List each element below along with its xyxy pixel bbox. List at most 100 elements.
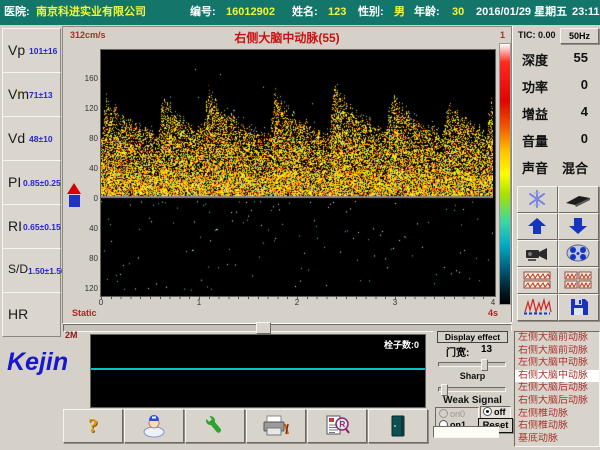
spectrum-canvas [101,50,493,294]
mmode-label: 2M [65,330,78,340]
artery-item[interactable]: 基底动脉 [515,433,599,446]
sd-label: S/D [8,262,28,276]
patient-info-bar: 医院: 南京科进实业有限公司 编号: 16012902 姓名: 123 性别: … [0,0,600,25]
arrow-up-icon [522,216,552,236]
gain-label: 增益 [522,104,548,123]
artery-item-selected[interactable]: 右侧大脑中动脉 [515,370,599,383]
age-label: 年龄: [414,0,440,25]
spectrum-mode-button[interactable] [517,294,558,321]
artery-item[interactable]: 左侧椎动脉 [515,408,599,421]
x-tick: 2 [292,298,302,307]
report-button[interactable]: R [307,409,367,443]
sharp-label: Sharp [433,371,512,381]
sex-value: 男 [394,0,405,25]
y-tick: 160 [76,74,98,83]
param-cell-sd: S/D 1.50±1.50 [2,248,61,293]
doctor-icon [140,414,168,438]
arrow-down-icon [563,216,593,236]
velocity-colorbar [499,43,511,305]
volume-value: 0 [581,131,588,146]
record-button[interactable] [517,240,558,267]
artery-item[interactable]: 右侧大脑前动脉 [515,345,599,358]
floppy-disk-icon [563,297,593,317]
spectrum-panel: 312cm/s 右侧大脑中动脉(55) 1 160 120 80 40 0 40… [62,26,512,324]
sharp-slider[interactable] [438,387,506,392]
arrow-down-button[interactable] [558,213,599,240]
hospital-name: 南京科进实业有限公司 [36,0,146,25]
cine-playback-button[interactable] [558,240,599,267]
exit-button[interactable] [368,409,428,443]
x-tick: 0 [96,298,106,307]
vp-label: Vp [8,42,25,58]
patient-id: 16012902 [226,0,275,25]
brand-logo: Kejin [7,348,68,377]
sound-label: 声音 [522,158,548,177]
arrow-up-button[interactable] [517,213,558,240]
y-tick: 80 [76,254,98,263]
radio-off-icon [483,407,492,416]
patient-id-label: 编号: [190,0,216,25]
vm-label: Vm [8,86,29,102]
age-value: 30 [452,0,464,25]
power-value: 0 [581,77,588,92]
power-label: 功率 [522,77,548,96]
frequency-button[interactable]: 50Hz [560,28,599,44]
display-effect-title: Display effect [437,331,508,343]
envelope-icon [563,189,593,209]
patient-info-button[interactable] [124,409,184,443]
patient-name: 123 [328,0,346,25]
gate-width-slider-thumb[interactable] [481,359,488,371]
artery-list: 左侧大脑前动脉 右侧大脑前动脉 左侧大脑中动脉 右侧大脑中动脉 左侧大脑后动脉 … [514,331,600,447]
artery-item[interactable]: 左侧大脑前动脉 [515,332,599,345]
gate-width-slider[interactable] [438,362,506,367]
weak-signal-label: Weak Signal [433,395,512,406]
vd-label: Vd [8,130,25,146]
layout-dual-button[interactable] [517,267,558,294]
help-button[interactable]: ? [63,409,123,443]
ri-value: 0.65±0.15 [23,222,61,232]
param-cell-hr: HR [2,292,61,337]
radio-on0[interactable]: on0 [439,409,465,419]
spectrum-waveform-icon [522,297,552,317]
tools-button[interactable] [185,409,245,443]
param-cell-vm: Vm 71±13 [2,72,61,117]
artery-item[interactable]: 右侧大脑后动脉 [515,395,599,408]
pi-value: 0.85±0.25 [23,178,61,188]
direction-block-icon [69,195,80,207]
time-scrollbar-thumb[interactable] [256,322,271,334]
artery-item[interactable]: 左侧大脑后动脉 [515,382,599,395]
sound-value: 混合 [562,158,588,177]
freeze-button[interactable] [517,186,558,213]
layout-quad-button[interactable] [558,267,599,294]
artery-item[interactable]: 左侧大脑中动脉 [515,357,599,370]
param-cell-vp: Vp 101±16 [2,28,61,73]
envelope-trace-button[interactable] [558,186,599,213]
save-button[interactable] [558,294,599,321]
tic-readout: TIC: 0.00 [518,30,556,40]
printer-icon [260,414,292,438]
colorbar-top-label: 1 [500,30,505,40]
mmode-display: 栓子数:0 [90,334,426,408]
depth-value: 55 [574,50,588,65]
wrench-icon [200,414,230,438]
gain-value: 4 [581,104,588,119]
y-tick: 40 [76,224,98,233]
radio-on0-icon [439,409,448,418]
vd-value: 48±10 [29,134,53,144]
vp-value: 101±16 [29,46,57,56]
report-magnifier-icon: R [322,414,352,438]
doppler-spectrum-display [100,49,496,297]
x-tick: 3 [390,298,400,307]
sex-label: 性别: [358,0,384,25]
emboli-count: 栓子数:0 [384,338,419,351]
pi-label: PI [8,174,21,190]
video-camera-icon [522,243,552,263]
film-reel-icon [563,243,593,263]
display-effect-panel: Display effect 门宽: 13 Sharp Weak Signal … [433,331,512,432]
print-button[interactable] [246,409,306,443]
param-cell-vd: Vd 48±10 [2,116,61,161]
time-end-label: 4s [488,308,498,318]
artery-item[interactable]: 右侧椎动脉 [515,420,599,433]
ri-label: RI [8,218,22,234]
param-cell-ri: RI 0.65±0.15 [2,204,61,249]
